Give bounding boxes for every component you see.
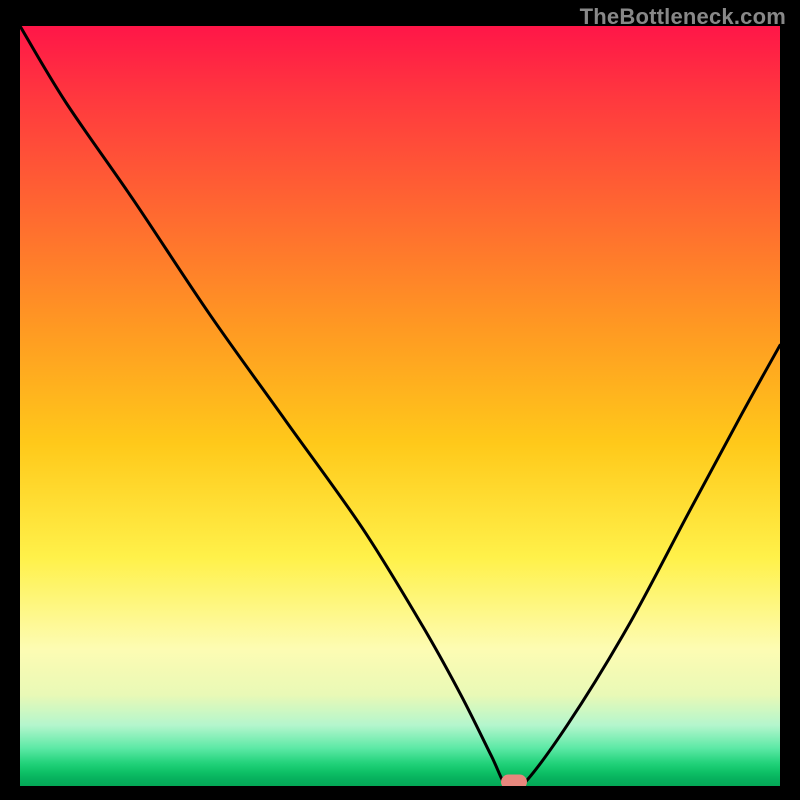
score-gradient	[20, 26, 780, 786]
watermark-text: TheBottleneck.com	[580, 4, 786, 30]
optimal-marker	[501, 775, 527, 787]
chart-frame: TheBottleneck.com	[0, 0, 800, 800]
plot-area	[20, 26, 780, 786]
